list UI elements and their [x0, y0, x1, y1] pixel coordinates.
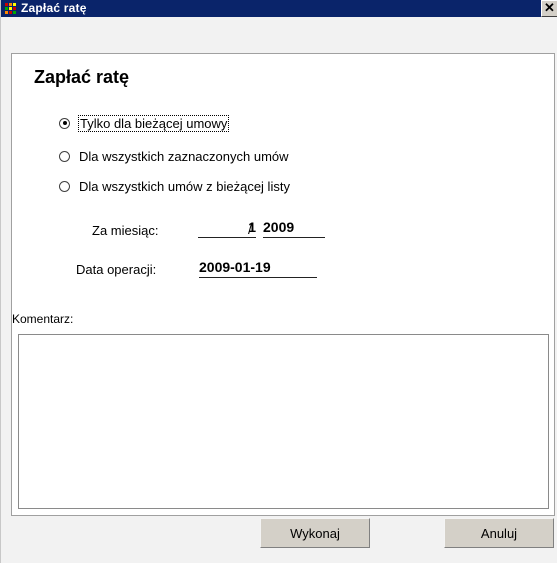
window-title: Zapłać ratę [21, 1, 87, 15]
form-heading: Zapłać ratę [34, 67, 130, 87]
execute-button[interactable]: Wykonaj [260, 518, 370, 548]
radio-button[interactable] [59, 180, 70, 192]
date-input[interactable]: 2009-01-19 [199, 259, 317, 278]
radio-button[interactable] [59, 117, 70, 129]
radio-all-list-contracts[interactable]: Dla wszystkich umów z bieżącej listy [59, 176, 290, 196]
dialog-window: Zapłać ratę ✕ Zapłać ratę Tylko dla bież… [0, 0, 557, 563]
close-icon: ✕ [544, 0, 555, 15]
radio-label: Dla wszystkich umów z bieżącej listy [79, 178, 290, 194]
title-bar[interactable]: Zapłać ratę ✕ [1, 0, 557, 17]
comment-textarea[interactable] [18, 334, 549, 509]
close-button[interactable]: ✕ [541, 0, 557, 17]
radio-label: Dla wszystkich zaznaczonych umów [79, 148, 289, 164]
app-icon [5, 3, 16, 14]
date-label: Data operacji: [76, 262, 157, 277]
month-separator: / [248, 221, 252, 237]
radio-selected-contracts[interactable]: Dla wszystkich zaznaczonych umów [59, 146, 289, 166]
radio-button[interactable] [59, 150, 70, 162]
year-input[interactable]: 2009 [263, 219, 325, 238]
month-label: Za miesiąc: [92, 223, 159, 238]
cancel-button[interactable]: Anuluj [444, 518, 554, 548]
comment-label: Komentarz: [12, 312, 74, 326]
radio-current-contract[interactable]: Tylko dla bieżącej umowy [59, 113, 230, 133]
radio-label: Tylko dla bieżącej umowy [77, 114, 230, 132]
